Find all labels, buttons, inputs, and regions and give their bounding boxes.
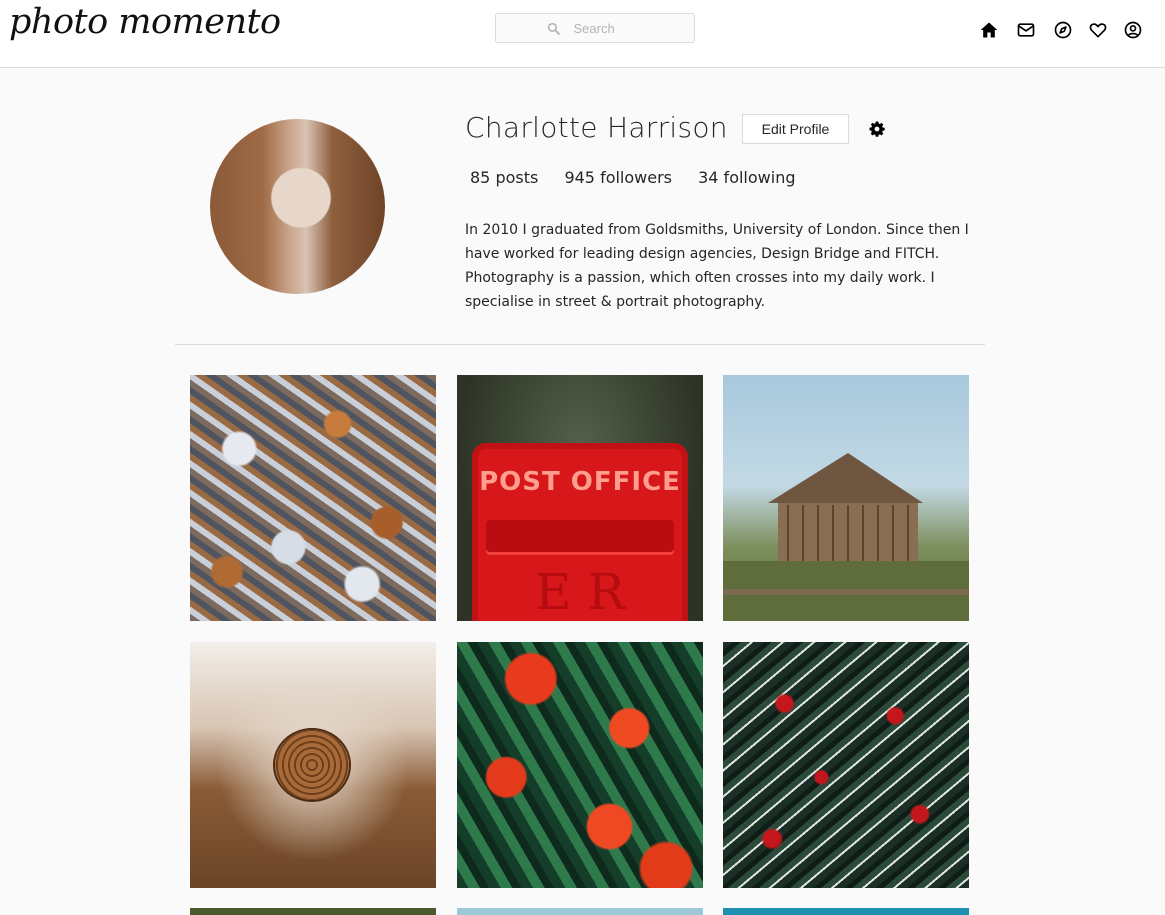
photo-tile-partial[interactable] [190, 908, 436, 915]
post-box-image: POST OFFICE E R [472, 443, 688, 621]
photo-tile-red-berries[interactable] [457, 642, 703, 888]
photo-tile-holly[interactable] [723, 642, 969, 888]
search-input[interactable] [573, 20, 644, 36]
post-box-sign: POST OFFICE [479, 467, 681, 497]
post-box-cipher: E R [534, 563, 626, 621]
top-navigation-bar: photo momento [0, 0, 1165, 68]
profile-stats: 85 posts 945 followers 34 following [470, 168, 816, 187]
search-icon [547, 22, 560, 35]
post-box-slot [486, 520, 674, 552]
photo-tile-partial[interactable] [723, 908, 969, 915]
photo-tile-post-box[interactable]: POST OFFICE E R [457, 375, 703, 621]
search-box[interactable] [495, 13, 695, 43]
profile-name: Charlotte Harrison [465, 111, 728, 144]
explore-icon[interactable] [1053, 20, 1073, 40]
profile-bio: In 2010 I graduated from Goldsmiths, Uni… [465, 222, 969, 310]
following-count[interactable]: 34 following [698, 168, 795, 187]
home-icon[interactable] [979, 20, 999, 40]
photo-tile-wood-slice[interactable] [190, 642, 436, 888]
posts-count[interactable]: 85 posts [470, 168, 538, 187]
inbox-icon[interactable] [1016, 20, 1036, 40]
followers-count[interactable]: 945 followers [564, 168, 672, 187]
photo-tile-barn[interactable] [723, 375, 969, 621]
wood-slice-image [275, 730, 349, 800]
edit-profile-button[interactable]: Edit Profile [742, 114, 849, 144]
user-circle-icon[interactable] [1123, 20, 1143, 40]
heart-icon[interactable] [1088, 20, 1108, 40]
profile-avatar [210, 119, 385, 294]
barn-image [723, 453, 969, 621]
photo-tile-partial[interactable] [457, 908, 703, 915]
gear-icon[interactable] [868, 120, 886, 138]
logo[interactable]: photo momento [9, 2, 281, 42]
section-divider [175, 344, 985, 345]
photo-tile-frosted-leaves[interactable] [190, 375, 436, 621]
